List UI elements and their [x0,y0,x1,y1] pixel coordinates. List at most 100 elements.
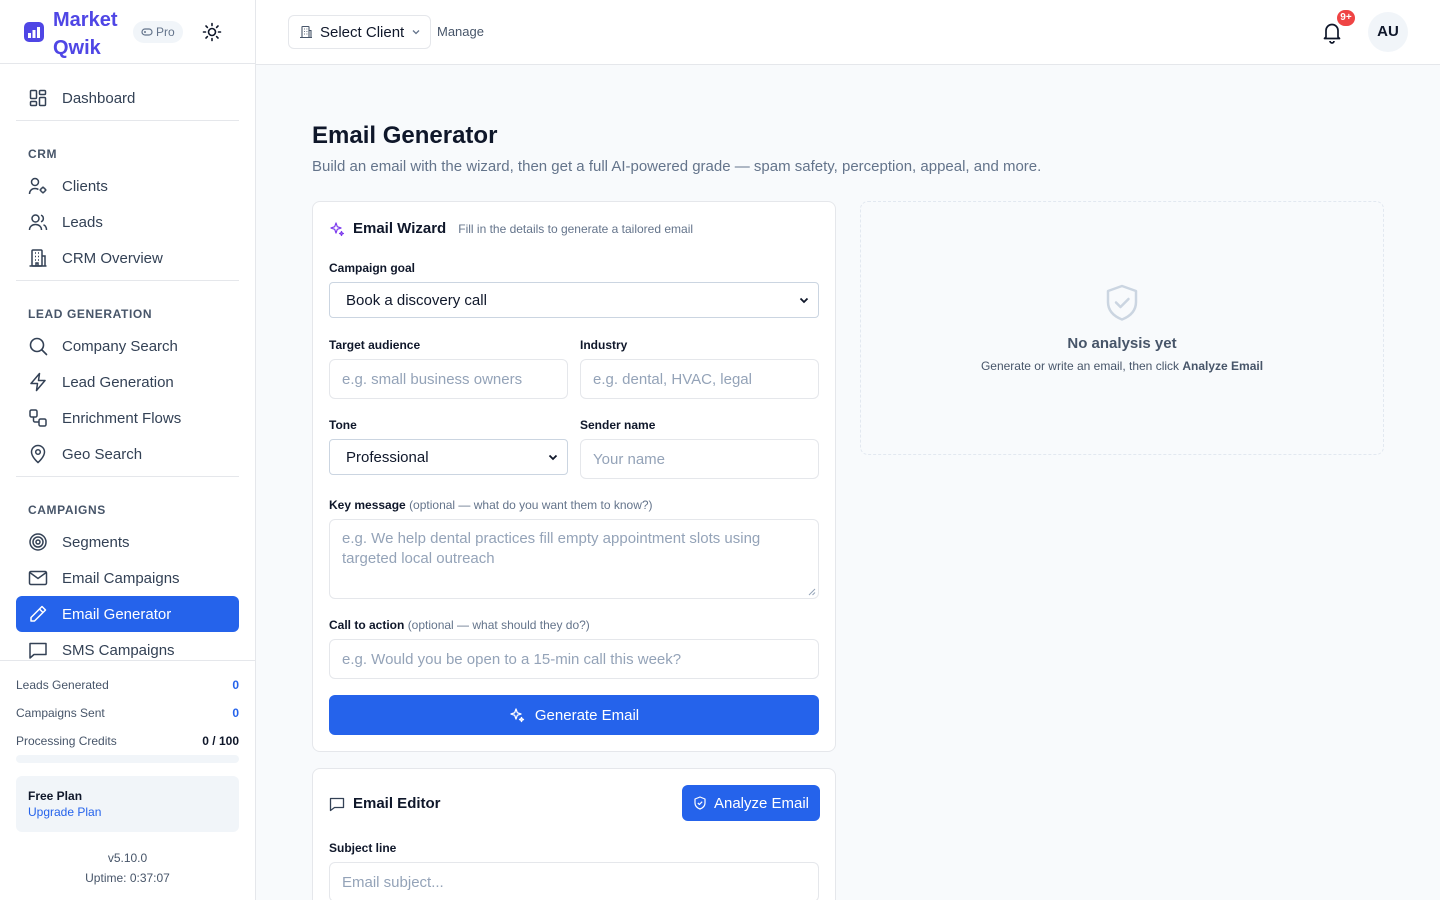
key-message-label: Key message (optional — what do you want… [329,497,653,513]
building-icon [28,248,48,268]
sidebar-item-email-generator[interactable]: Email Generator [16,596,239,632]
generate-email-label: Generate Email [534,706,640,724]
subject-line-label: Subject line [329,841,397,855]
sidebar-item-segments[interactable]: Segments [16,524,239,560]
analysis-subtitle-bold: Analyze Email [1182,359,1264,373]
industry-label: Industry [580,338,628,352]
wizard-title: Email Wizard [353,220,447,237]
stat-value: 0 [232,678,239,692]
tone-value: Professional [346,448,429,466]
lightning-icon [28,372,48,392]
stat-label: Processing Credits [16,734,117,748]
analyze-email-button[interactable]: Analyze Email [682,785,820,821]
cta-input[interactable]: e.g. Would you be open to a 15-min call … [329,639,819,679]
sidebar-item-enrichment-flows[interactable]: Enrichment Flows [16,400,239,436]
stat-label: Campaigns Sent [16,706,105,720]
tone-label: Tone [329,418,357,432]
tone-select[interactable]: Professional [329,439,568,475]
sidebar-item-label: Email Campaigns [62,569,180,587]
sender-name-input[interactable]: Your name [580,439,819,479]
top-bar: Select Client Manage 9+ AU [256,0,1440,65]
theme-toggle-button[interactable] [200,20,224,44]
sender-name-label: Sender name [580,418,656,432]
sidebar-item-label: Company Search [62,337,178,355]
resize-handle-icon[interactable] [808,588,816,596]
subject-line-placeholder: Email subject... [342,873,444,891]
version-info: v5.10.0 Uptime: 0:37:07 [0,848,255,888]
target-audience-placeholder: e.g. small business owners [342,370,523,388]
analyze-email-label: Analyze Email [713,794,810,812]
sidebar-item-company-search[interactable]: Company Search [16,328,239,364]
sidebar-item-crm-overview[interactable]: CRM Overview [16,240,239,276]
cta-label: Call to action (optional — what should t… [329,617,590,633]
workflow-icon [28,408,48,428]
wizard-header: Email Wizard Fill in the details to gene… [329,220,693,237]
search-icon [28,336,48,356]
analysis-empty-title: No analysis yet [1067,335,1177,352]
email-wizard-card: Email Wizard Fill in the details to gene… [312,201,836,752]
sidebar-item-email-campaigns[interactable]: Email Campaigns [16,560,239,596]
editor-header: Email Editor [329,795,441,812]
subject-line-input[interactable]: Email subject... [329,862,819,900]
sidebar-item-label: Lead Generation [62,373,174,391]
tag-icon [141,28,153,36]
pro-badge: Pro [133,21,183,43]
client-select-label: Select Client [320,23,405,41]
section-crm: CRM [28,147,58,161]
chevron-down-icon [412,30,420,35]
key-message-textarea[interactable]: e.g. We help dental practices fill empty… [329,519,819,599]
stat-label: Leads Generated [16,678,109,692]
upgrade-plan-link[interactable]: Upgrade Plan [28,804,227,820]
wizard-subtitle: Fill in the details to generate a tailor… [458,221,694,236]
chevron-down-icon [799,297,809,304]
sidebar-item-lead-generation[interactable]: Lead Generation [16,364,239,400]
cta-placeholder: e.g. Would you be open to a 15-min call … [342,650,682,668]
users-icon [28,212,48,232]
mail-icon [28,568,48,588]
avatar[interactable]: AU [1368,12,1408,52]
cta-hint: (optional — what should they do?) [407,618,590,632]
campaign-goal-select[interactable]: Book a discovery call [329,282,819,318]
sidebar-item-clients[interactable]: Clients [16,168,239,204]
target-audience-input[interactable]: e.g. small business owners [329,359,568,399]
target-audience-label: Target audience [329,338,421,352]
shield-check-icon [1106,284,1138,321]
sidebar-item-label: Enrichment Flows [62,409,182,427]
industry-input[interactable]: e.g. dental, HVAC, legal [580,359,819,399]
version-label: v5.10.0 [107,851,148,865]
stat-leads-generated: Leads Generated 0 [16,675,239,703]
uptime-label: Uptime: 0:37:07 [85,871,170,885]
page-title: Email Generator [312,122,498,149]
dashboard-grid-icon [28,88,48,108]
analysis-empty-state: No analysis yet Generate or write an ema… [860,201,1384,455]
manage-clients-link[interactable]: Manage [437,24,484,39]
analysis-empty-subtitle: Generate or write an email, then click A… [861,359,1383,373]
sidebar-item-dashboard[interactable]: Dashboard [16,80,239,116]
message-square-icon [28,640,48,660]
sidebar-item-label: Dashboard [62,89,136,107]
target-icon [28,532,48,552]
pro-badge-label: Pro [156,25,175,39]
stat-value: 0 [232,706,239,720]
plan-title: Free Plan [28,789,83,803]
sidebar-item-sms-campaigns[interactable]: SMS Campaigns [16,632,239,660]
sidebar-item-leads[interactable]: Leads [16,204,239,240]
brand-header: Market Qwik Pro [0,0,255,64]
sun-icon [202,22,222,42]
industry-placeholder: e.g. dental, HVAC, legal [593,370,752,388]
brand-name[interactable]: Market Qwik [53,6,133,62]
sidebar-item-label: Clients [62,177,108,195]
section-lead-generation: LEAD GENERATION [28,307,153,321]
message-square-icon [329,797,345,811]
pen-icon [28,604,48,624]
notification-count-badge: 9+ [1337,10,1355,26]
campaign-goal-value: Book a discovery call [346,291,487,309]
client-select[interactable]: Select Client [288,15,431,49]
sidebar-item-label: Segments [62,533,130,551]
sender-name-placeholder: Your name [593,450,665,468]
sidebar-item-geo-search[interactable]: Geo Search [16,436,239,472]
generate-email-button[interactable]: Generate Email [329,695,819,735]
section-campaigns: CAMPAIGNS [28,503,106,517]
page-subtitle: Build an email with the wizard, then get… [312,158,1042,175]
sidebar-item-label: CRM Overview [62,249,163,267]
